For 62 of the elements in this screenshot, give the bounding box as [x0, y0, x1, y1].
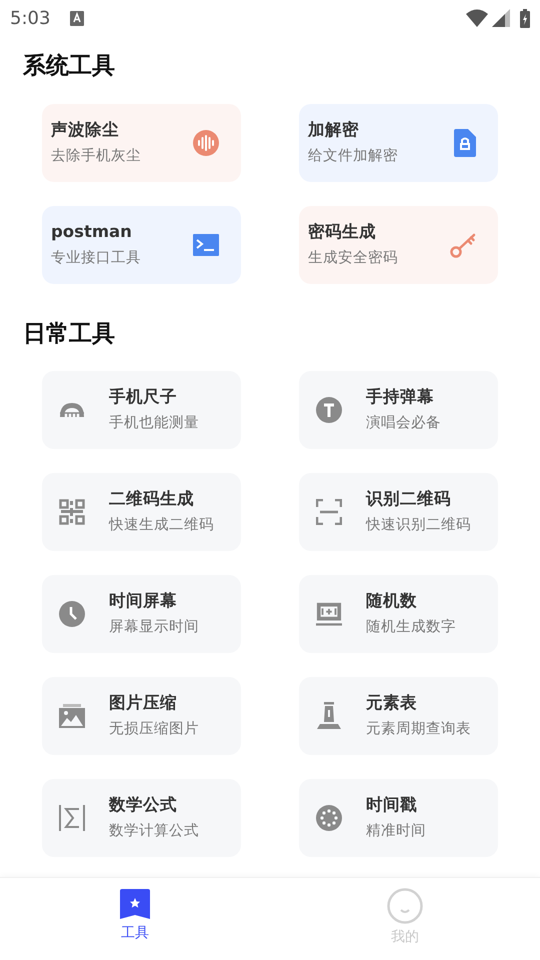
tool-card[interactable]: 数学公式 数学计算公式 — [42, 779, 241, 857]
tool-card[interactable]: 时间屏幕 屏幕显示时间 — [42, 575, 241, 653]
tool-subtitle: 去除手机灰尘 — [51, 146, 141, 166]
clock-icon — [59, 601, 85, 627]
section-title: 日常工具 — [22, 320, 116, 348]
tool-title: 图片压缩 — [109, 692, 178, 714]
tool-title: 时间戳 — [366, 794, 418, 816]
tool-subtitle: 屏幕显示时间 — [109, 618, 199, 637]
qr-code-icon — [59, 499, 85, 525]
tool-card[interactable]: 声波除尘 去除手机灰尘 — [42, 104, 241, 182]
star-bookmark-icon — [119, 888, 151, 920]
wifi-icon — [466, 9, 488, 27]
tool-subtitle: 数学计算公式 — [109, 822, 199, 841]
tool-card[interactable]: 二维码生成 快速生成二维码 — [42, 473, 241, 551]
tool-subtitle: 随机生成数字 — [366, 618, 456, 637]
tool-title: 数学公式 — [109, 794, 178, 816]
scan-frame-icon — [316, 499, 342, 525]
tool-card[interactable]: 元素表 元素周期查询表 — [299, 677, 498, 755]
tool-subtitle: 元素周期查询表 — [366, 720, 471, 739]
tool-card[interactable]: 加解密 给文件加解密 — [299, 104, 498, 182]
tool-title: 元素表 — [366, 692, 418, 714]
tool-title: 密码生成 — [308, 220, 377, 243]
status-time: 5:03 — [10, 6, 50, 30]
ruler-icon — [59, 402, 85, 418]
tool-subtitle: 给文件加解密 — [308, 146, 398, 166]
dice-screen-icon — [316, 601, 342, 627]
signal-icon — [492, 9, 510, 27]
tool-title: 手机尺子 — [109, 386, 178, 408]
tool-card[interactable]: postman 专业接口工具 — [42, 206, 241, 284]
image-icon — [59, 704, 85, 728]
smile-icon — [387, 888, 423, 924]
tool-subtitle: 精准时间 — [366, 822, 426, 841]
tool-subtitle: 无损压缩图片 — [109, 720, 199, 739]
lighthouse-icon — [316, 702, 342, 730]
tool-title: 加解密 — [308, 118, 360, 141]
tool-card[interactable]: 图片压缩 无损压缩图片 — [42, 677, 241, 755]
tool-subtitle: 演唱会必备 — [366, 414, 441, 433]
tool-title: 二维码生成 — [109, 488, 195, 510]
letter-t-icon — [316, 397, 342, 423]
nav-tab[interactable]: 工具 — [0, 878, 270, 960]
tool-card[interactable]: 手机尺子 手机也能测量 — [42, 371, 241, 449]
shutter-icon — [316, 805, 342, 831]
tool-title: 识别二维码 — [366, 488, 452, 510]
section-title: 系统工具 — [22, 52, 116, 81]
tool-card[interactable]: 密码生成 生成安全密码 — [299, 206, 498, 284]
tool-subtitle: 快速识别二维码 — [366, 516, 471, 535]
tool-title: 手持弹幕 — [366, 386, 435, 408]
tool-title: 时间屏幕 — [109, 590, 178, 612]
tool-subtitle: 专业接口工具 — [51, 248, 141, 268]
tool-subtitle: 生成安全密码 — [308, 248, 398, 268]
tool-card[interactable]: 手持弹幕 演唱会必备 — [299, 371, 498, 449]
keyboard-icon — [70, 10, 84, 26]
tool-subtitle: 快速生成二维码 — [109, 516, 214, 535]
tool-card[interactable]: 随机数 随机生成数字 — [299, 575, 498, 653]
battery-icon — [520, 8, 530, 28]
tool-title: 声波除尘 — [51, 118, 120, 141]
tool-title: postman — [51, 220, 133, 243]
tool-title: 随机数 — [366, 590, 418, 612]
sigma-icon — [59, 804, 85, 832]
tool-subtitle: 手机也能测量 — [109, 414, 199, 433]
tool-card[interactable]: 时间戳 精准时间 — [299, 779, 498, 857]
tool-card[interactable]: 识别二维码 快速识别二维码 — [299, 473, 498, 551]
